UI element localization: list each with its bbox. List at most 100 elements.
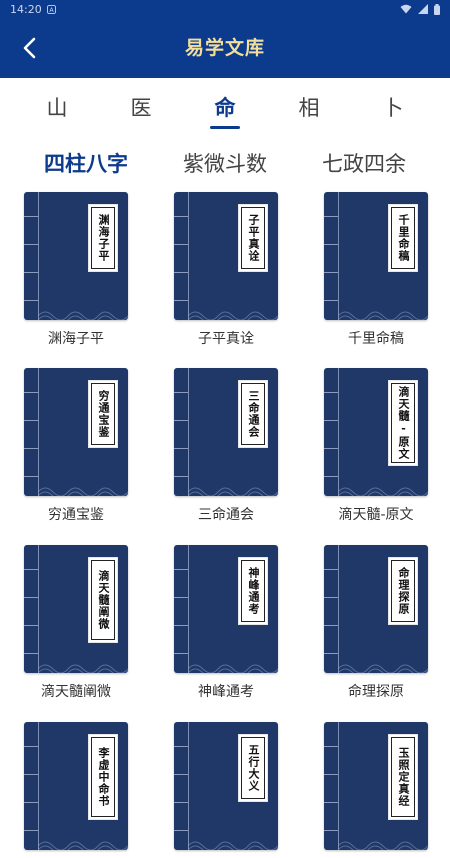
cover-title-slip: 李虚中命书 — [88, 734, 118, 820]
book-cover: 玉照定真经 — [324, 722, 428, 850]
book-item[interactable]: 千里命稿 千里命稿 — [324, 192, 428, 348]
cover-title-slip: 子平真诠 — [238, 204, 268, 272]
cover-title-slip: 渊海子平 — [88, 204, 118, 272]
book-title: 三命通会 — [198, 507, 254, 523]
book-cover: 五行大义 — [174, 722, 278, 850]
book-cover: 滴天髓-原文 — [324, 368, 428, 496]
battery-icon — [434, 3, 440, 15]
book-title: 子平真诠 — [198, 331, 254, 347]
cover-title-slip: 滴天髓阐微 — [88, 557, 118, 643]
book-item[interactable]: 子平真诠 子平真诠 — [174, 192, 278, 348]
page-title: 易学文库 — [184, 37, 265, 59]
book-cover: 李虚中命书 — [24, 722, 128, 850]
book-cover: 子平真诠 — [174, 192, 278, 320]
back-button[interactable] — [10, 28, 50, 68]
tab-physiognomy[interactable]: 相 — [289, 92, 329, 122]
book-item[interactable]: 滴天髓-原文 滴天髓-原文 — [324, 368, 428, 524]
tab-medicine[interactable]: 医 — [121, 92, 161, 122]
book-item[interactable]: 五行大义 — [174, 722, 278, 858]
book-spine — [174, 368, 189, 496]
book-title: 神峰通考 — [198, 684, 254, 700]
book-spine — [324, 722, 339, 850]
cover-title-text: 滴天髓-原文 — [397, 386, 410, 460]
book-spine — [174, 192, 189, 320]
book-title: 渊海子平 — [48, 331, 104, 347]
active-tab-indicator — [210, 126, 240, 129]
cover-title-slip: 命理探原 — [388, 557, 418, 625]
book-spine — [24, 368, 39, 496]
book-spine — [174, 722, 189, 850]
book-spine — [174, 545, 189, 673]
book-spine — [24, 192, 39, 320]
subtab-ziwei[interactable]: 紫微斗数 — [183, 148, 267, 178]
cover-title-text: 命理探原 — [397, 567, 410, 615]
subtab-qizheng[interactable]: 七政四余 — [322, 148, 406, 178]
wave-pattern-icon — [188, 664, 278, 673]
book-title: 命理探原 — [348, 684, 404, 700]
cover-title-text: 滴天髓阐微 — [97, 570, 110, 630]
cover-title-text: 玉照定真经 — [397, 747, 410, 807]
cover-title-text: 渊海子平 — [97, 214, 110, 262]
status-right — [400, 3, 440, 15]
signal-icon — [418, 4, 428, 14]
book-spine — [324, 192, 339, 320]
wave-pattern-icon — [38, 487, 128, 496]
book-cover: 千里命稿 — [324, 192, 428, 320]
book-item[interactable]: 命理探原 命理探原 — [324, 545, 428, 701]
tab-mountain[interactable]: 山 — [37, 92, 77, 122]
status-left: 14:20 A — [10, 3, 56, 16]
book-title: 滴天髓阐微 — [41, 684, 111, 700]
book-cover: 滴天髓阐微 — [24, 545, 128, 673]
wave-pattern-icon — [338, 311, 428, 320]
wave-pattern-icon — [38, 841, 128, 850]
book-spine — [24, 722, 39, 850]
book-item[interactable]: 神峰通考 神峰通考 — [174, 545, 278, 701]
wave-pattern-icon — [38, 664, 128, 673]
wave-pattern-icon — [188, 487, 278, 496]
book-spine — [324, 368, 339, 496]
category-tabs: 山 医 命 相 卜 — [0, 78, 450, 132]
wave-pattern-icon — [338, 487, 428, 496]
status-bar: 14:20 A — [0, 0, 450, 18]
svg-text:A: A — [49, 6, 54, 13]
book-cover: 穷通宝鉴 — [24, 368, 128, 496]
book-spine — [24, 545, 39, 673]
book-cover: 命理探原 — [324, 545, 428, 673]
book-cover: 神峰通考 — [174, 545, 278, 673]
cover-title-text: 千里命稿 — [397, 214, 410, 262]
wave-pattern-icon — [188, 311, 278, 320]
tab-divination[interactable]: 卜 — [373, 92, 413, 122]
book-item[interactable]: 李虚中命书 — [24, 722, 128, 858]
cover-title-slip: 神峰通考 — [238, 557, 268, 625]
app-bar: 易学文库 — [0, 18, 450, 78]
book-cover: 三命通会 — [174, 368, 278, 496]
wave-pattern-icon — [338, 664, 428, 673]
subtab-bazi[interactable]: 四柱八字 — [44, 148, 128, 178]
book-title: 滴天髓-原文 — [338, 507, 414, 523]
book-item[interactable]: 三命通会 三命通会 — [174, 368, 278, 524]
cover-title-slip: 五行大义 — [238, 734, 268, 802]
cover-title-text: 子平真诠 — [247, 214, 260, 262]
book-title: 千里命稿 — [348, 331, 404, 347]
book-item[interactable]: 穷通宝鉴 穷通宝鉴 — [24, 368, 128, 524]
wave-pattern-icon — [38, 311, 128, 320]
status-time: 14:20 — [10, 2, 42, 16]
cover-title-text: 神峰通考 — [247, 567, 260, 615]
book-item[interactable]: 滴天髓阐微 滴天髓阐微 — [24, 545, 128, 701]
cover-title-text: 穷通宝鉴 — [97, 390, 110, 438]
cover-title-text: 三命通会 — [247, 390, 260, 438]
cover-title-slip: 玉照定真经 — [388, 734, 418, 820]
book-item[interactable]: 渊海子平 渊海子平 — [24, 192, 128, 348]
cover-title-slip: 穷通宝鉴 — [88, 380, 118, 448]
book-title: 穷通宝鉴 — [48, 507, 104, 523]
notification-icon: A — [46, 4, 56, 14]
tab-destiny[interactable]: 命 — [205, 92, 245, 122]
wifi-icon — [400, 4, 412, 14]
cover-title-slip: 千里命稿 — [388, 204, 418, 272]
cover-title-slip: 滴天髓-原文 — [388, 380, 418, 466]
cover-title-text: 李虚中命书 — [97, 747, 110, 807]
book-cover: 渊海子平 — [24, 192, 128, 320]
wave-pattern-icon — [338, 841, 428, 850]
chevron-left-icon — [23, 37, 36, 59]
book-item[interactable]: 玉照定真经 — [324, 722, 428, 858]
